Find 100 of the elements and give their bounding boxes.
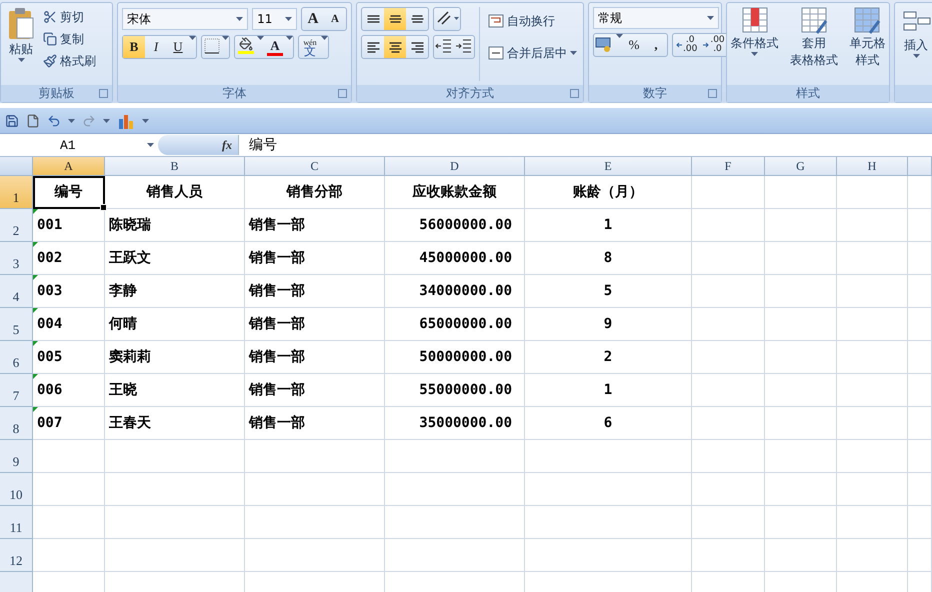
column-header[interactable]: A (33, 157, 105, 176)
column-header[interactable]: B (105, 157, 245, 176)
row-header[interactable]: 3 (0, 242, 33, 275)
table-cell: 5 (525, 275, 692, 308)
caret-icon[interactable] (616, 34, 623, 38)
column-header[interactable]: G (765, 157, 837, 176)
name-box[interactable]: A1 (0, 135, 158, 155)
cut-button[interactable]: 剪切 (41, 7, 98, 27)
error-flag-icon[interactable] (33, 275, 38, 280)
empty-cell (765, 275, 837, 308)
table-cell: 6 (525, 407, 692, 440)
customize-icon[interactable] (142, 118, 149, 122)
brush-icon (43, 54, 57, 68)
borders-icon[interactable] (202, 36, 222, 56)
row-header[interactable]: 10 (0, 473, 33, 506)
error-flag-icon[interactable] (33, 341, 38, 346)
align-center-button[interactable] (384, 36, 406, 58)
caret-icon[interactable] (257, 36, 264, 40)
table-cell: 001 (33, 209, 105, 242)
caret-icon[interactable] (147, 143, 154, 147)
empty-cell (837, 176, 908, 209)
caret-icon[interactable] (570, 51, 577, 55)
table-icon (852, 5, 882, 35)
empty-cell (908, 242, 932, 275)
empty-cell (837, 341, 908, 374)
caret-icon[interactable] (321, 36, 328, 40)
caret-icon[interactable] (751, 52, 758, 56)
row-header[interactable]: 1 (0, 176, 33, 209)
align-middle-button[interactable] (384, 8, 406, 30)
row-header[interactable]: 7 (0, 374, 33, 407)
column-header[interactable]: C (245, 157, 385, 176)
row-header[interactable]: 12 (0, 539, 33, 572)
row-header[interactable]: 6 (0, 341, 33, 374)
increase-decimal-button[interactable]: .0 .00 (673, 34, 700, 56)
error-flag-icon[interactable] (33, 242, 38, 247)
empty-cell (765, 374, 837, 407)
caret-icon[interactable] (285, 17, 292, 21)
empty-cell (837, 209, 908, 242)
caret-icon[interactable] (912, 54, 920, 58)
column-header[interactable]: F (692, 157, 765, 176)
align-top-icon (366, 15, 380, 23)
caret-icon[interactable] (222, 36, 229, 40)
italic-button[interactable]: I (145, 36, 167, 58)
scissors-icon (43, 10, 57, 24)
error-flag-icon[interactable] (33, 374, 38, 379)
table-cell: 007 (33, 407, 105, 440)
caret-icon[interactable] (189, 36, 196, 40)
number-format-field[interactable]: 常规 (593, 7, 719, 29)
table-format-button[interactable]: 套用 表格格式 (788, 5, 840, 83)
column-header[interactable]: E (525, 157, 692, 176)
table-icon (740, 5, 770, 35)
align-left-icon (366, 42, 380, 52)
cell-format-button[interactable]: 单元格 样式 (847, 5, 888, 83)
align-bottom-icon (410, 15, 424, 23)
caret-icon[interactable] (286, 36, 293, 40)
empty-cell (765, 176, 837, 209)
chart-icon (117, 112, 135, 128)
error-flag-icon[interactable] (33, 209, 38, 214)
row-header[interactable]: 11 (0, 506, 33, 539)
save-icon (5, 114, 19, 128)
empty-cell (837, 539, 908, 572)
conditional-format-button[interactable]: 条件格式 (728, 5, 781, 83)
row-header[interactable]: 2 (0, 209, 33, 242)
table-cell: 销售一部 (245, 242, 385, 275)
table-cell: 账龄（月） (525, 176, 692, 209)
caret-icon[interactable] (236, 17, 244, 21)
decrease-decimal-button[interactable]: .00 .0 (700, 34, 728, 56)
wrap-text-button[interactable]: 自动换行 (486, 11, 579, 31)
table-cell: 编号 (33, 176, 105, 209)
error-flag-icon[interactable] (33, 407, 38, 412)
error-flag-icon[interactable] (33, 308, 38, 313)
painter-button[interactable]: 格式刷 (41, 51, 98, 71)
copy-button[interactable]: 复制 (41, 29, 98, 49)
empty-cell (908, 407, 932, 440)
bold-button[interactable]: B (123, 36, 145, 58)
align-middle-icon (388, 15, 402, 23)
grow-font-button[interactable]: A (302, 8, 324, 30)
underline-button[interactable]: U (167, 36, 189, 58)
percent-button[interactable]: % (623, 34, 645, 56)
column-header[interactable]: H (837, 157, 908, 176)
merge-center-button[interactable]: 合并后居中 (486, 43, 579, 63)
font-size-field[interactable]: 11 (252, 8, 297, 30)
table-cell: 65000000.00 (385, 308, 525, 341)
row-header[interactable]: 8 (0, 407, 33, 440)
caret-icon[interactable] (707, 16, 714, 20)
column-header[interactable]: D (385, 157, 525, 176)
formula-field[interactable]: 编号 (238, 135, 932, 155)
table-cell: 何晴 (105, 308, 245, 341)
insert-function-button[interactable]: fx (158, 135, 238, 155)
row-header[interactable]: 9 (0, 440, 33, 473)
comma-button[interactable]: , (645, 34, 667, 56)
row-header[interactable]: 5 (0, 308, 33, 341)
caret-icon[interactable] (103, 118, 110, 122)
shrink-font-button[interactable]: A (324, 8, 346, 30)
caret-icon[interactable] (68, 118, 75, 122)
font-name-field[interactable]: 宋体 (122, 8, 248, 30)
paste-button[interactable]: 粘贴 (5, 7, 37, 81)
table-cell: 1 (525, 374, 692, 407)
row-header[interactable]: 4 (0, 275, 33, 308)
caret-icon[interactable] (18, 58, 24, 62)
